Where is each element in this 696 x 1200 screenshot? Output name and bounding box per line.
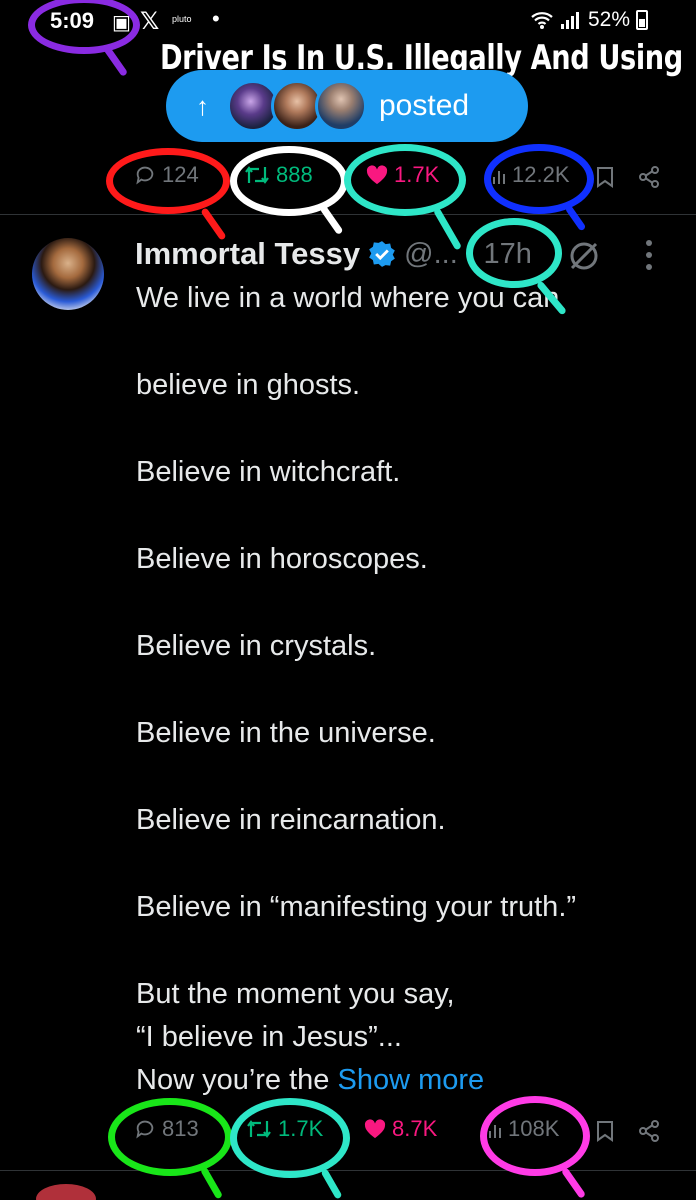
battery-percent: 52%	[587, 8, 630, 31]
status-right: 52%	[530, 8, 648, 32]
verified-badge-icon	[369, 241, 395, 267]
annotation-circle	[230, 1098, 350, 1178]
pill-avatars	[227, 80, 367, 132]
show-more-link[interactable]: Show more	[338, 1064, 485, 1096]
avatar	[36, 1184, 96, 1200]
tweet-line: Believe in the universe.	[136, 717, 436, 749]
pluto-tv-icon: pluto	[172, 14, 192, 24]
like-button[interactable]: 8.7K	[364, 1116, 437, 1142]
battery-icon	[636, 10, 648, 30]
dot-icon: •	[212, 6, 220, 31]
annotation-circle	[484, 144, 594, 214]
annotation-tail	[319, 204, 344, 236]
tweet-line: Believe in horoscopes.	[136, 543, 428, 575]
bookmark-icon[interactable]	[596, 166, 614, 188]
tweet-line: We live in a world where you can	[136, 282, 560, 314]
post-divider	[0, 1170, 696, 1171]
heart-icon	[364, 1119, 386, 1139]
bookmark-icon[interactable]	[596, 1120, 614, 1142]
tweet-last-line: Now you’re the Show more	[136, 1059, 676, 1102]
share-icon[interactable]	[638, 166, 660, 188]
x-logo-icon: 𝕏	[140, 8, 160, 35]
annotation-circle	[480, 1096, 590, 1176]
new-posts-pill[interactable]: ↑ posted	[166, 70, 528, 142]
annotation-tail	[102, 45, 129, 77]
annotation-circle	[106, 148, 230, 214]
like-count: 8.7K	[392, 1116, 438, 1141]
tweet-line: Believe in reincarnation.	[136, 804, 446, 836]
arrow-up-icon: ↑	[196, 90, 209, 121]
annotation-tail	[199, 1166, 224, 1200]
pill-label: posted	[379, 89, 470, 122]
more-options-icon[interactable]	[646, 240, 652, 270]
annotation-circle	[344, 144, 466, 216]
annotation-circle	[466, 218, 562, 288]
avatar	[315, 80, 367, 132]
annotation-circle	[230, 146, 348, 216]
tweet-line: Now you’re the	[136, 1064, 330, 1096]
tweet-line: Believe in witchcraft.	[136, 456, 401, 488]
annotation-circle	[108, 1098, 232, 1176]
author-name: Immortal Tessy	[135, 236, 361, 271]
annotation-tail	[564, 204, 587, 232]
wifi-icon	[531, 12, 553, 29]
tweet-line: “I believe in Jesus”...	[136, 1021, 402, 1053]
tweet-line: believe in ghosts.	[136, 369, 361, 401]
tweet-line: Believe in crystals.	[136, 630, 377, 662]
grok-icon[interactable]	[566, 238, 602, 274]
tweet-line: But the moment you say,	[136, 978, 455, 1010]
annotation-tail	[320, 1168, 343, 1200]
post-divider	[0, 214, 696, 215]
avatar[interactable]	[32, 238, 104, 310]
tweet-line: Believe in “manifesting your truth.”	[136, 891, 577, 923]
share-icon[interactable]	[638, 1120, 660, 1142]
signal-icon	[560, 12, 579, 29]
author-handle: @...	[404, 237, 458, 270]
annotation-tail	[560, 1167, 587, 1199]
